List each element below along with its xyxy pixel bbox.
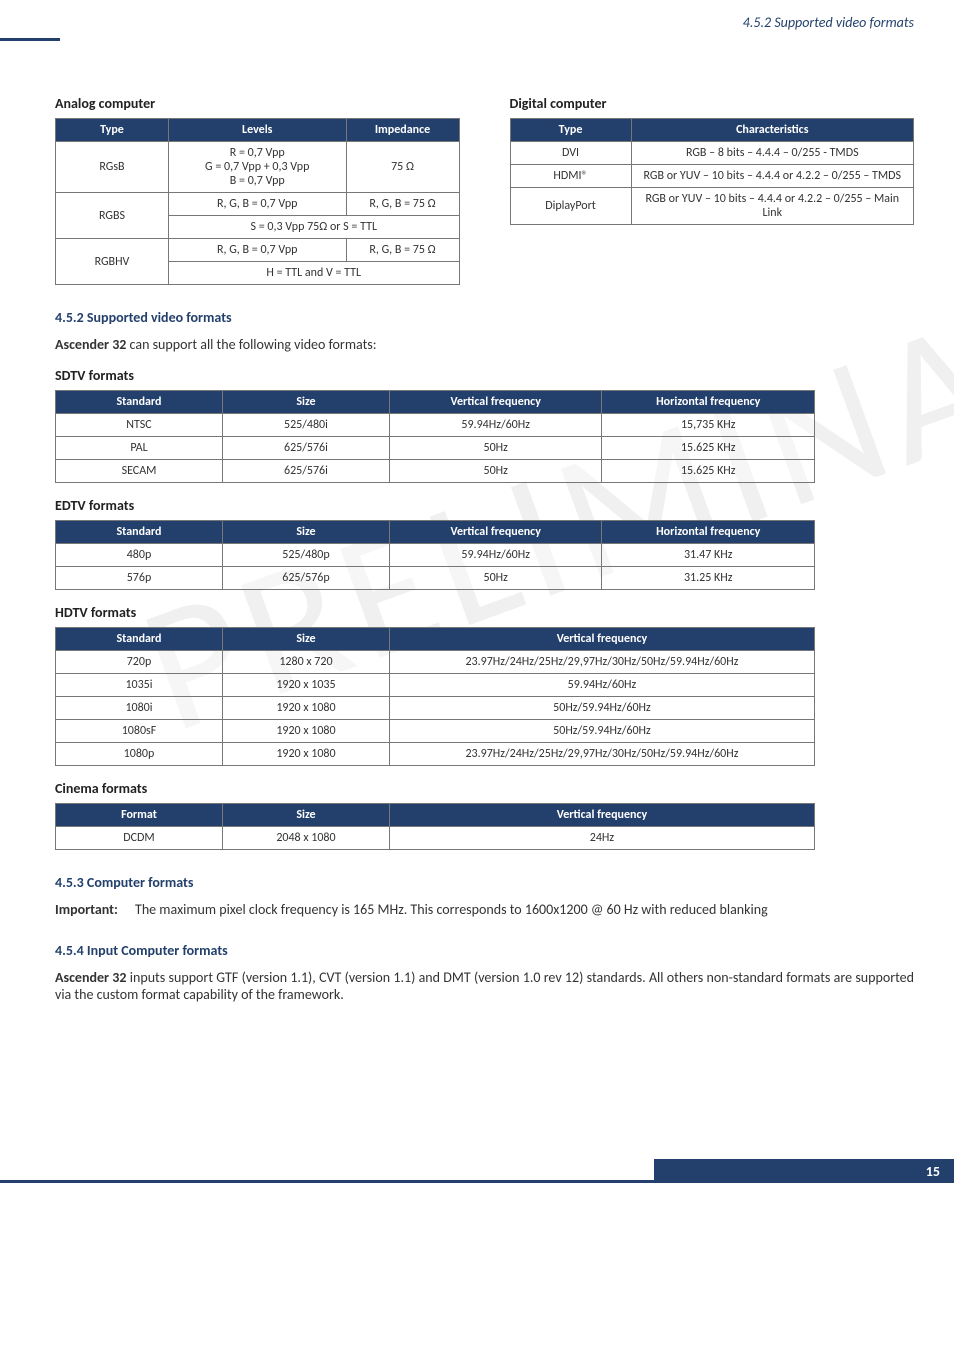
table-row: 1080p1920 x 108023.97Hz/24Hz/25Hz/29,97H… (56, 743, 815, 766)
table-row: 1035i1920 x 103559.94Hz/60Hz (56, 674, 815, 697)
cell: HDMI® (510, 165, 631, 188)
hdtv-table: Standard Size Vertical frequency 720p128… (55, 627, 815, 766)
table-header: Standard (56, 521, 223, 544)
table-row: RGsB R = 0,7 Vpp G = 0,7 Vpp + 0,3 Vpp B… (56, 142, 460, 193)
intro-bold: Ascender 32 (55, 336, 126, 353)
important-text: The maximum pixel clock frequency is 165… (135, 901, 914, 918)
cell: 75 Ω (346, 142, 459, 193)
cinema-title: Cinema formats (55, 780, 914, 797)
table-header: Vertical frequency (389, 628, 814, 651)
table-header: Standard (56, 391, 223, 414)
section-453-heading: 4.5.3 Computer formats (55, 874, 914, 891)
table-row: 576p625/576p50Hz31.25 KHz (56, 567, 815, 590)
sdtv-title: SDTV formats (55, 367, 914, 384)
page-number: 15 (926, 1163, 940, 1180)
table-row: PAL625/576i50Hz15.625 KHz (56, 437, 815, 460)
cell: R = 0,7 Vpp G = 0,7 Vpp + 0,3 Vpp B = 0,… (168, 142, 346, 193)
table-header: Format (56, 804, 223, 827)
table-row: 480p525/480p59.94Hz/60Hz31.47 KHz (56, 544, 815, 567)
table-header: Impedance (346, 119, 459, 142)
table-row: RGBS R, G, B = 0,7 Vpp R, G, B = 75 Ω (56, 193, 460, 216)
intro-rest: can support all the following video form… (126, 336, 376, 353)
cell: S = 0,3 Vpp 75Ω or S = TTL (168, 216, 459, 239)
table-row: DiplayPort RGB or YUV – 10 bits – 4.4.4 … (510, 188, 914, 225)
analog-title: Analog computer (55, 95, 460, 112)
sdtv-table: Standard Size Vertical frequency Horizon… (55, 390, 815, 483)
section-452-intro: Ascender 32 can support all the followin… (55, 336, 914, 353)
table-row: HDMI® RGB or YUV – 10 bits – 4.4.4 or 4.… (510, 165, 914, 188)
table-header: Vertical frequency (389, 804, 814, 827)
cell: DiplayPort (510, 188, 631, 225)
section-454-heading: 4.5.4 Input Computer formats (55, 942, 914, 959)
cell: R, G, B = 0,7 Vpp (168, 193, 346, 216)
table-header: Size (222, 521, 389, 544)
table-row: NTSC525/480i59.94Hz/60Hz15,735 KHz (56, 414, 815, 437)
section-454-para: Ascender 32 inputs support GTF (version … (55, 969, 914, 1003)
table-row: RGBHV R, G, B = 0,7 Vpp R, G, B = 75 Ω (56, 239, 460, 262)
table-header: Size (222, 391, 389, 414)
edtv-title: EDTV formats (55, 497, 914, 514)
para-bold: Ascender 32 (55, 969, 127, 986)
cell: R, G, B = 0,7 Vpp (168, 239, 346, 262)
cell: H = TTL and V = TTL (168, 262, 459, 285)
table-header: Vertical frequency (389, 391, 602, 414)
footer-bar: 15 (654, 1159, 954, 1183)
table-header: Size (222, 628, 389, 651)
table-row: 1080i1920 x 108050Hz/59.94Hz/60Hz (56, 697, 815, 720)
table-header: Levels (168, 119, 346, 142)
digital-title: Digital computer (510, 95, 915, 112)
page-header: 4.5.2 Supported video formats (0, 0, 954, 40)
page-content: Analog computer Type Levels Impedance RG… (0, 40, 954, 1023)
table-header: Standard (56, 628, 223, 651)
header-section-ref: 4.5.2 Supported video formats (743, 14, 914, 31)
page-footer: 15 (0, 1143, 954, 1183)
cell: R, G, B = 75 Ω (346, 193, 459, 216)
cell: RGB – 8 bits – 4.4.4 – 0/255 - TMDS (631, 142, 913, 165)
cinema-table: Format Size Vertical frequency DCDM2048 … (55, 803, 815, 850)
table-header: Horizontal frequency (602, 391, 815, 414)
table-header: Characteristics (631, 119, 913, 142)
table-row: 1080sF1920 x 108050Hz/59.94Hz/60Hz (56, 720, 815, 743)
hdtv-title: HDTV formats (55, 604, 914, 621)
table-row: DCDM2048 x 108024Hz (56, 827, 815, 850)
edtv-table: Standard Size Vertical frequency Horizon… (55, 520, 815, 590)
cell: RGsB (56, 142, 169, 193)
table-header: Type (56, 119, 169, 142)
cell: R, G, B = 75 Ω (346, 239, 459, 262)
table-header: Type (510, 119, 631, 142)
important-block: Important: The maximum pixel clock frequ… (55, 901, 914, 918)
analog-table: Type Levels Impedance RGsB R = 0,7 Vpp G… (55, 118, 460, 285)
cell: RGB or YUV – 10 bits – 4.4.4 or 4.2.2 – … (631, 188, 913, 225)
table-header: Horizontal frequency (602, 521, 815, 544)
section-452-heading: 4.5.2 Supported video formats (55, 309, 914, 326)
cell: RGBHV (56, 239, 169, 285)
table-header: Size (222, 804, 389, 827)
cell: RGB or YUV – 10 bits – 4.4.4 or 4.2.2 – … (631, 165, 913, 188)
table-row: DVI RGB – 8 bits – 4.4.4 – 0/255 - TMDS (510, 142, 914, 165)
table-row: 720p1280 x 72023.97Hz/24Hz/25Hz/29,97Hz/… (56, 651, 815, 674)
para-text: inputs support GTF (version 1.1), CVT (v… (55, 969, 914, 1003)
important-label: Important: (55, 901, 118, 918)
cell: RGBS (56, 193, 169, 239)
cell: DVI (510, 142, 631, 165)
table-header: Vertical frequency (389, 521, 602, 544)
footer-rule (0, 1180, 654, 1183)
table-row: SECAM625/576i50Hz15.625 KHz (56, 460, 815, 483)
digital-table: Type Characteristics DVI RGB – 8 bits – … (510, 118, 915, 225)
